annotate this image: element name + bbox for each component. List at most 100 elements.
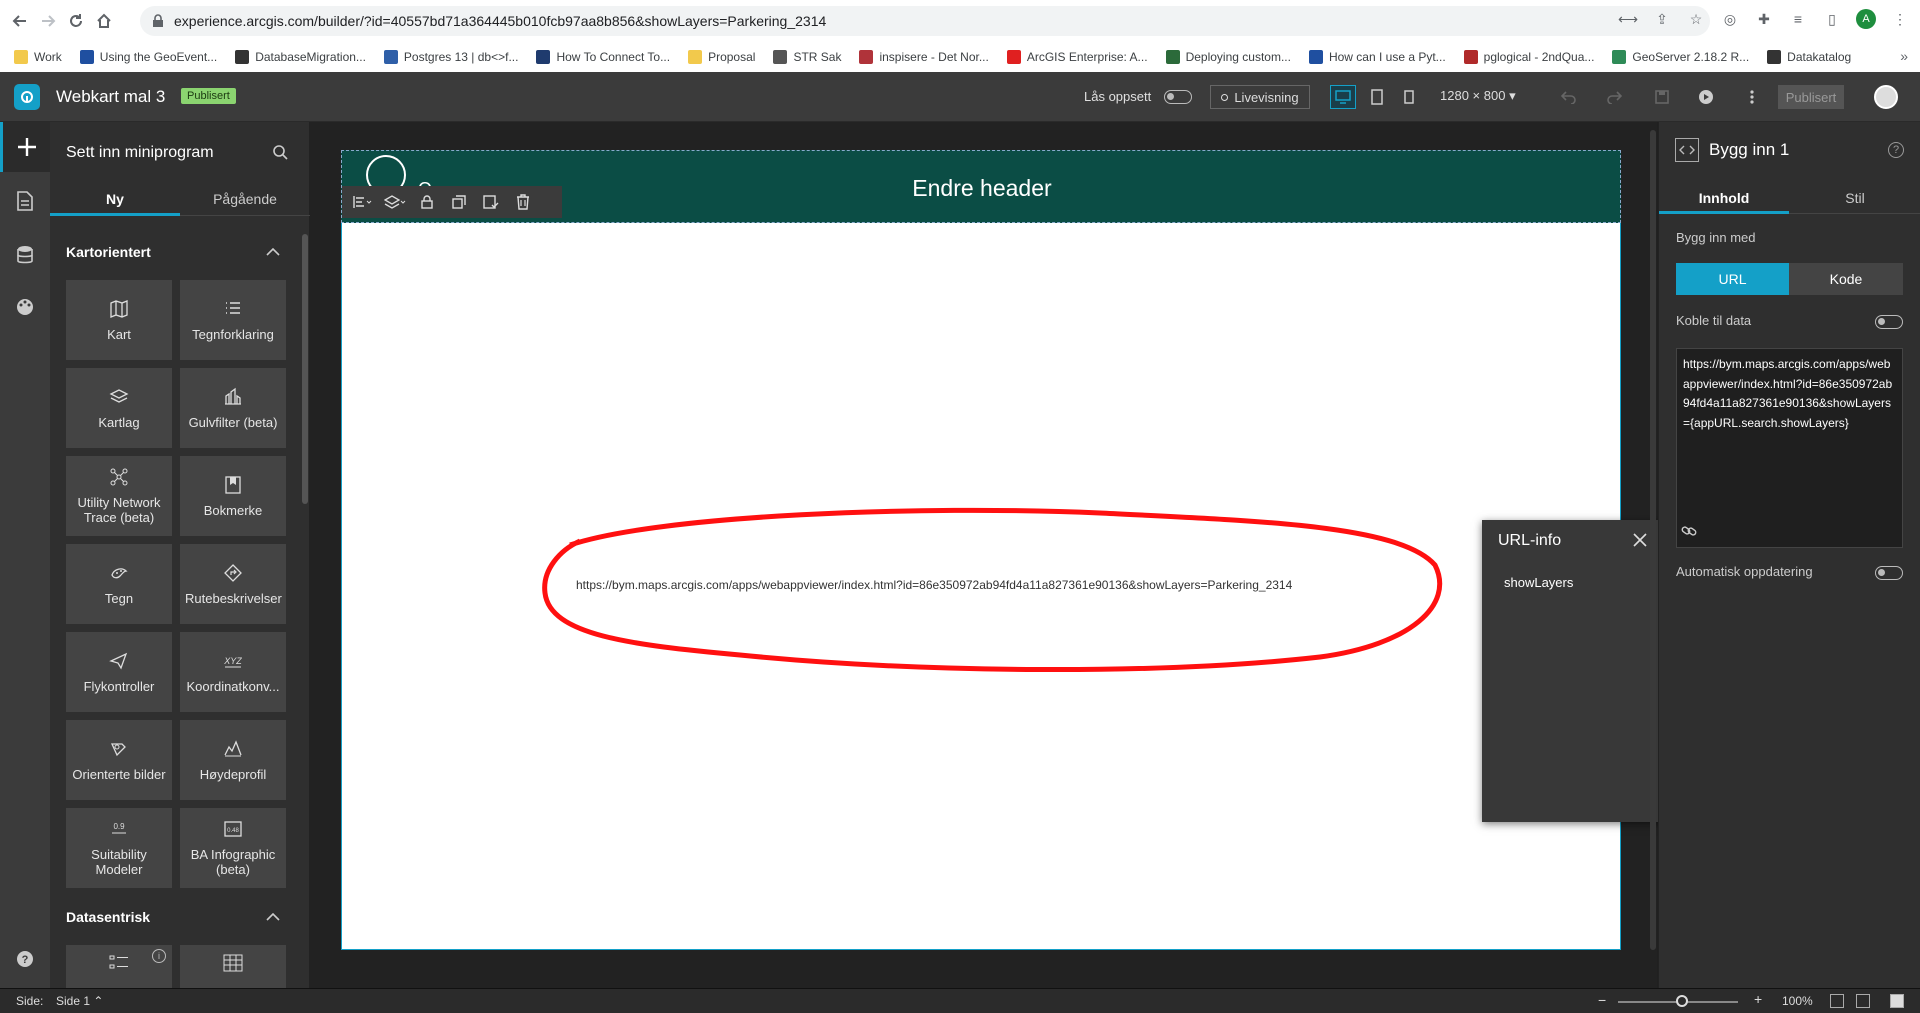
zoom-in-icon[interactable]: + bbox=[1754, 991, 1762, 1007]
section-map-centric[interactable]: Kartorientert bbox=[66, 244, 151, 260]
menu-kebab-icon[interactable]: ⋮ bbox=[1890, 9, 1910, 29]
page-select[interactable]: Side 1 ⌃ bbox=[56, 994, 103, 1008]
bookmark-item[interactable]: How can I use a Pyt... bbox=[1308, 50, 1446, 64]
widget-card[interactable]: XYZ Koordinatkonv... bbox=[180, 632, 286, 712]
widget-card[interactable]: Bokmerke bbox=[180, 456, 286, 536]
profile-icon[interactable]: A bbox=[1856, 9, 1876, 29]
info-icon[interactable]: i bbox=[152, 949, 166, 963]
bookmark-item[interactable]: Work bbox=[14, 50, 62, 64]
reload-icon[interactable] bbox=[64, 9, 88, 33]
address-bar[interactable]: experience.arcgis.com/builder/?id=40557b… bbox=[140, 6, 1710, 36]
widget-card[interactable]: Orienterte bilder bbox=[66, 720, 172, 800]
live-view-button[interactable]: Livevisning bbox=[1210, 85, 1310, 109]
widget-title[interactable]: Bygg inn 1 bbox=[1709, 140, 1789, 160]
app-title[interactable]: Webkart mal 3 bbox=[56, 87, 165, 107]
home-icon[interactable] bbox=[92, 9, 116, 33]
bookmark-item[interactable]: Proposal bbox=[688, 50, 755, 64]
fit-width-icon[interactable] bbox=[1856, 994, 1870, 1008]
tab-new[interactable]: Ny bbox=[50, 182, 180, 216]
bookmark-item[interactable]: ArcGIS Enterprise: A... bbox=[1006, 50, 1148, 64]
bookmark-item[interactable]: Datakatalog bbox=[1767, 50, 1851, 64]
bookmarks-more-icon[interactable]: » bbox=[1900, 48, 1908, 64]
tab-content[interactable]: Innhold bbox=[1659, 182, 1789, 214]
star-icon[interactable]: ☆ bbox=[1686, 9, 1706, 29]
widget-card[interactable]: Gulvfilter (beta) bbox=[180, 368, 286, 448]
auto-update-toggle[interactable] bbox=[1875, 566, 1903, 580]
desktop-device-icon[interactable] bbox=[1330, 85, 1356, 109]
widget-card[interactable]: 0.48 BA Infographic (beta) bbox=[180, 808, 286, 888]
preview-play-icon[interactable] bbox=[1694, 85, 1718, 109]
lock-layout-toggle[interactable] bbox=[1164, 90, 1192, 104]
bookmark-item[interactable]: pglogical - 2ndQua... bbox=[1463, 50, 1594, 64]
chevron-up-icon[interactable] bbox=[266, 913, 280, 921]
tab-style[interactable]: Stil bbox=[1789, 182, 1920, 214]
widget-card[interactable]: Kartlag bbox=[66, 368, 172, 448]
widget-card-table[interactable] bbox=[180, 945, 286, 988]
side-panel-icon[interactable]: ▯ bbox=[1822, 9, 1842, 29]
share-icon[interactable]: ⇪ bbox=[1652, 9, 1672, 29]
back-icon[interactable] bbox=[8, 9, 32, 33]
insert-widget-plus-icon[interactable] bbox=[0, 122, 50, 172]
embed-code-option[interactable]: Kode bbox=[1789, 263, 1903, 295]
user-avatar[interactable] bbox=[1874, 85, 1898, 109]
extension-icon[interactable]: ◎ bbox=[1720, 9, 1740, 29]
publish-button[interactable]: Publisert bbox=[1778, 85, 1844, 109]
section-data-centric[interactable]: Datasentrisk bbox=[66, 909, 150, 925]
screen-size-select[interactable]: 1280 × 800 ▾ bbox=[1440, 88, 1516, 104]
align-icon[interactable] bbox=[350, 189, 376, 215]
delete-trash-icon[interactable] bbox=[510, 189, 536, 215]
widget-card[interactable]: 0.9 Suitability Modeler bbox=[66, 808, 172, 888]
chevron-up-icon[interactable] bbox=[266, 248, 280, 256]
widget-card[interactable]: Kart bbox=[66, 280, 172, 360]
lock-widget-icon[interactable] bbox=[414, 189, 440, 215]
bookmark-item[interactable]: How To Connect To... bbox=[536, 50, 670, 64]
link-icon[interactable] bbox=[1681, 524, 1697, 538]
widget-panel-scrollbar[interactable] bbox=[302, 234, 308, 504]
widget-card[interactable]: Utility Network Trace (beta) bbox=[66, 456, 172, 536]
canvas-scrollbar[interactable] bbox=[1650, 130, 1656, 950]
widget-card[interactable]: Rutebeskrivelser bbox=[180, 544, 286, 624]
experience-builder-logo-icon[interactable] bbox=[14, 84, 40, 110]
bookmark-item[interactable]: STR Sak bbox=[773, 50, 841, 64]
pages-icon[interactable] bbox=[0, 176, 50, 226]
bookmark-item[interactable]: Deploying custom... bbox=[1165, 50, 1291, 64]
fit-screen-icon[interactable] bbox=[1830, 994, 1844, 1008]
bookmark-item[interactable]: Postgres 13 | db<>f... bbox=[383, 50, 518, 64]
search-icon[interactable] bbox=[272, 144, 288, 160]
save-icon[interactable] bbox=[1650, 85, 1674, 109]
tablet-device-icon[interactable] bbox=[1364, 85, 1390, 109]
redo-icon[interactable] bbox=[1602, 85, 1626, 109]
theme-palette-icon[interactable] bbox=[0, 282, 50, 332]
translate-icon[interactable]: ⟷ bbox=[1618, 9, 1638, 29]
widget-card[interactable]: Tegn bbox=[66, 544, 172, 624]
more-options-icon[interactable] bbox=[1740, 85, 1764, 109]
bookmark-item[interactable]: inspisere - Det Nor... bbox=[859, 50, 989, 64]
close-icon[interactable] bbox=[1632, 532, 1650, 550]
zoom-slider-handle[interactable] bbox=[1676, 995, 1688, 1007]
duplicate-icon[interactable] bbox=[446, 189, 472, 215]
zoom-out-icon[interactable]: − bbox=[1598, 992, 1606, 1008]
help-icon[interactable]: ? bbox=[1888, 142, 1904, 158]
widget-card[interactable]: Flykontroller bbox=[66, 632, 172, 712]
widget-card-list[interactable]: i bbox=[66, 945, 172, 988]
forward-icon[interactable] bbox=[36, 9, 60, 33]
embed-url-option[interactable]: URL bbox=[1676, 263, 1789, 295]
connect-data-toggle[interactable] bbox=[1875, 315, 1903, 329]
phone-device-icon[interactable] bbox=[1396, 85, 1422, 109]
widget-card[interactable]: Høydeprofil bbox=[180, 720, 286, 800]
reading-list-icon[interactable]: ≡ bbox=[1788, 9, 1808, 29]
widget-card[interactable]: Tegnforklaring bbox=[180, 280, 286, 360]
panel-toggle-icon[interactable] bbox=[1890, 994, 1904, 1008]
help-icon[interactable]: ? bbox=[0, 934, 50, 984]
url-textarea[interactable]: https://bym.maps.arcgis.com/apps/webappv… bbox=[1676, 348, 1903, 548]
undo-icon[interactable] bbox=[1557, 85, 1581, 109]
url-param-item[interactable]: showLayers bbox=[1504, 575, 1573, 590]
tab-ongoing[interactable]: Pågående bbox=[180, 182, 310, 216]
data-database-icon[interactable] bbox=[0, 230, 50, 280]
bookmark-item[interactable]: GeoServer 2.18.2 R... bbox=[1612, 50, 1749, 64]
puzzle-icon[interactable]: ✚ bbox=[1754, 9, 1774, 29]
layer-order-icon[interactable] bbox=[382, 189, 408, 215]
save-to-pending-icon[interactable] bbox=[478, 189, 504, 215]
bookmark-item[interactable]: DatabaseMigration... bbox=[235, 50, 366, 64]
bookmark-item[interactable]: Using the GeoEvent... bbox=[79, 50, 217, 64]
